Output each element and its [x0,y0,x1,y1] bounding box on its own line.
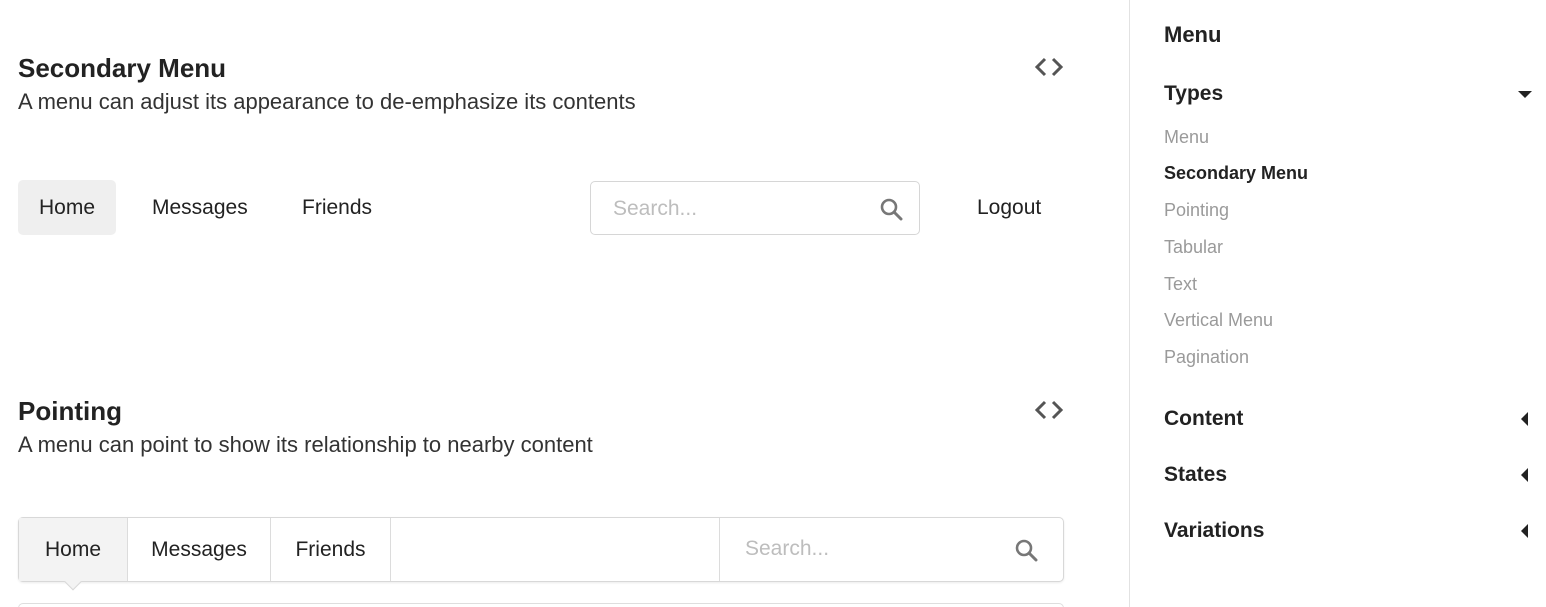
caret-down-icon [1518,91,1532,98]
sidebar-title: Menu [1164,22,1222,47]
secondary-menu: Home Messages Friends Logout [18,180,1064,236]
sidebar-group-label: States [1164,463,1228,486]
sidebar-item-secondary-menu[interactable]: Secondary Menu [1164,163,1308,184]
sidebar-item-text[interactable]: Text [1164,274,1197,295]
section-description: A menu can adjust its appearance to de-e… [18,89,636,114]
search-icon[interactable] [879,197,903,226]
menu-item-label: Home [44,538,102,561]
caret-left-icon [1521,412,1528,426]
sidebar-group-variations[interactable]: Variations [1164,519,1532,543]
logout-button[interactable]: Logout [956,180,1062,235]
pointing-menu: Home Messages Friends [18,517,1064,591]
sidebar-group-label: Types [1164,82,1224,105]
menu-item-friends[interactable]: Friends [271,518,391,581]
sidebar-group-label: Content [1164,407,1244,430]
code-icon[interactable] [1034,397,1064,423]
menu-item-home[interactable]: Home [18,180,117,235]
search-box [719,518,1064,581]
search-icon[interactable] [1014,538,1038,567]
sidebar-item-menu[interactable]: Menu [1164,127,1209,148]
caret-left-icon [1521,524,1528,538]
section-title: Secondary Menu [18,53,227,83]
sidebar: Menu Types Menu Secondary Menu Pointing … [1129,0,1546,607]
sidebar-group-content[interactable]: Content [1164,407,1532,431]
menu-item-friends[interactable]: Friends [281,180,393,235]
search-input[interactable] [613,194,863,224]
sidebar-item-pointing[interactable]: Pointing [1164,200,1229,221]
menu-item-messages[interactable]: Messages [131,180,269,235]
code-icon[interactable] [1034,54,1064,80]
pointer-arrow [64,573,82,591]
sidebar-item-vertical-menu[interactable]: Vertical Menu [1164,310,1273,331]
menu-item-home[interactable]: Home [19,518,128,591]
search-input[interactable] [745,534,995,564]
section-description: A menu can point to show its relationshi… [18,432,593,457]
secondary-menu-section: Secondary Menu A menu can adjust its app… [18,50,1064,235]
pointing-menu-section: Pointing A menu can point to show its re… [18,393,1064,607]
section-title: Pointing [18,396,122,426]
sidebar-item-pagination[interactable]: Pagination [1164,347,1249,368]
menu-item-messages[interactable]: Messages [128,518,271,581]
sidebar-item-tabular[interactable]: Tabular [1164,237,1223,258]
content-segment [18,603,1064,607]
sidebar-group-types[interactable]: Types [1164,82,1532,106]
caret-left-icon [1521,468,1528,482]
sidebar-group-label: Variations [1164,519,1265,542]
sidebar-group-states[interactable]: States [1164,463,1532,487]
main-content: Secondary Menu A menu can adjust its app… [0,0,1130,607]
search-box [590,181,920,235]
